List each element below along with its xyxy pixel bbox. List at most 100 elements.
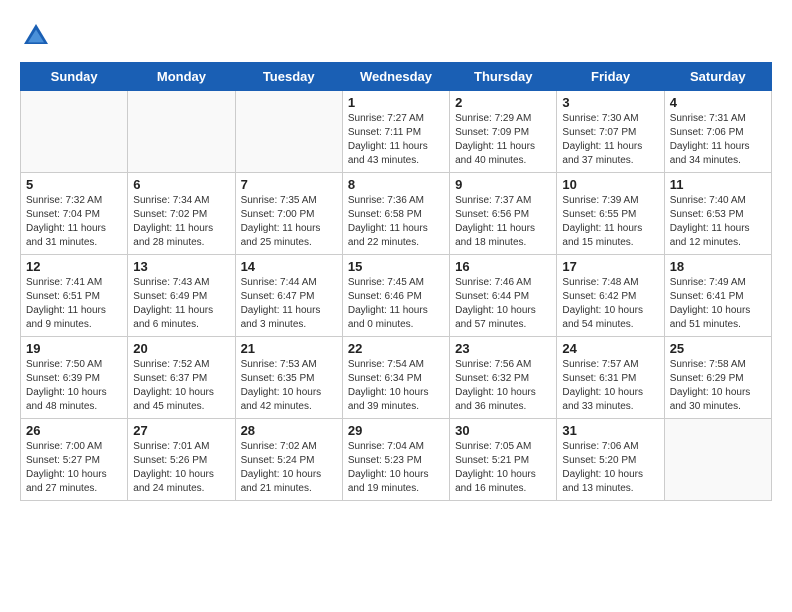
calendar-cell: 17Sunrise: 7:48 AM Sunset: 6:42 PM Dayli…: [557, 255, 664, 337]
day-info: Sunrise: 7:29 AM Sunset: 7:09 PM Dayligh…: [455, 112, 551, 168]
calendar-cell: 3 Sunrise: 7:30 AM Sunset: 7:07 PM Daylig…: [557, 91, 664, 173]
day-info: Sunrise: 7:34 AM Sunset: 7:02 PM Dayligh…: [133, 194, 229, 250]
day-number: 31: [562, 423, 658, 438]
calendar-header-row: SundayMondayTuesdayWednesdayThursdayFrid…: [21, 63, 772, 91]
day-header-thursday: Thursday: [450, 63, 557, 91]
day-number: 22: [348, 341, 444, 356]
calendar-cell: [128, 91, 235, 173]
day-number: 25: [670, 341, 766, 356]
day-number: 2: [455, 95, 551, 110]
day-number: 27: [133, 423, 229, 438]
calendar-cell: 6 Sunrise: 7:34 AM Sunset: 7:02 PM Daylig…: [128, 173, 235, 255]
day-info: Sunrise: 7:43 AM Sunset: 6:49 PM Dayligh…: [133, 276, 229, 332]
day-info: Sunrise: 7:46 AM Sunset: 6:44 PM Dayligh…: [455, 276, 551, 332]
logo-icon: [20, 20, 52, 52]
day-number: 23: [455, 341, 551, 356]
calendar-week-1: 1Sunrise: 7:27 AM Sunset: 7:11 PM Daylig…: [21, 91, 772, 173]
calendar-cell: 22 Sunrise: 7:54 AM Sunset: 6:34 PM Dayli…: [342, 337, 449, 419]
logo: [20, 20, 56, 52]
calendar-cell: 24 Sunrise: 7:57 AM Sunset: 6:31 PM Dayli…: [557, 337, 664, 419]
day-info: Sunrise: 7:31 AM Sunset: 7:06 PM Dayligh…: [670, 112, 766, 168]
day-info: Sunrise: 7:36 AM Sunset: 6:58 PM Dayligh…: [348, 194, 444, 250]
day-info: Sunrise: 7:35 AM Sunset: 7:00 PM Dayligh…: [241, 194, 337, 250]
day-number: 15: [348, 259, 444, 274]
day-number: 11: [670, 177, 766, 192]
day-number: 13: [133, 259, 229, 274]
day-info: Sunrise: 7:57 AM Sunset: 6:31 PM Dayligh…: [562, 358, 658, 414]
calendar-cell: 18 Sunrise: 7:49 AM Sunset: 6:41 PM Dayli…: [664, 255, 771, 337]
calendar-cell: 10Sunrise: 7:39 AM Sunset: 6:55 PM Dayli…: [557, 173, 664, 255]
calendar-week-5: 26 Sunrise: 7:00 AM Sunset: 5:27 PM Dayli…: [21, 419, 772, 501]
calendar-cell: [235, 91, 342, 173]
calendar-cell: 16Sunrise: 7:46 AM Sunset: 6:44 PM Dayli…: [450, 255, 557, 337]
day-number: 26: [26, 423, 122, 438]
calendar-cell: 21Sunrise: 7:53 AM Sunset: 6:35 PM Dayli…: [235, 337, 342, 419]
calendar-cell: 1Sunrise: 7:27 AM Sunset: 7:11 PM Daylig…: [342, 91, 449, 173]
day-number: 6: [133, 177, 229, 192]
day-number: 28: [241, 423, 337, 438]
day-info: Sunrise: 7:41 AM Sunset: 6:51 PM Dayligh…: [26, 276, 122, 332]
calendar-cell: 29 Sunrise: 7:04 AM Sunset: 5:23 PM Dayli…: [342, 419, 449, 501]
calendar-cell: [664, 419, 771, 501]
calendar-cell: [21, 91, 128, 173]
day-number: 21: [241, 341, 337, 356]
page-header: [20, 20, 772, 52]
calendar-cell: 4Sunrise: 7:31 AM Sunset: 7:06 PM Daylig…: [664, 91, 771, 173]
day-header-tuesday: Tuesday: [235, 63, 342, 91]
day-number: 29: [348, 423, 444, 438]
calendar-cell: 30 Sunrise: 7:05 AM Sunset: 5:21 PM Dayli…: [450, 419, 557, 501]
day-header-wednesday: Wednesday: [342, 63, 449, 91]
day-number: 19: [26, 341, 122, 356]
day-info: Sunrise: 7:06 AM Sunset: 5:20 PM Dayligh…: [562, 440, 658, 496]
calendar-cell: 27 Sunrise: 7:01 AM Sunset: 5:26 PM Dayli…: [128, 419, 235, 501]
calendar-cell: 2 Sunrise: 7:29 AM Sunset: 7:09 PM Daylig…: [450, 91, 557, 173]
calendar-cell: 26 Sunrise: 7:00 AM Sunset: 5:27 PM Dayli…: [21, 419, 128, 501]
calendar-cell: 7 Sunrise: 7:35 AM Sunset: 7:00 PM Daylig…: [235, 173, 342, 255]
day-number: 20: [133, 341, 229, 356]
day-info: Sunrise: 7:04 AM Sunset: 5:23 PM Dayligh…: [348, 440, 444, 496]
calendar-cell: 9 Sunrise: 7:37 AM Sunset: 6:56 PM Daylig…: [450, 173, 557, 255]
day-info: Sunrise: 7:27 AM Sunset: 7:11 PM Dayligh…: [348, 112, 444, 168]
day-number: 17: [562, 259, 658, 274]
day-number: 3: [562, 95, 658, 110]
day-info: Sunrise: 7:00 AM Sunset: 5:27 PM Dayligh…: [26, 440, 122, 496]
calendar-week-3: 12 Sunrise: 7:41 AM Sunset: 6:51 PM Dayli…: [21, 255, 772, 337]
day-info: Sunrise: 7:52 AM Sunset: 6:37 PM Dayligh…: [133, 358, 229, 414]
day-number: 24: [562, 341, 658, 356]
day-info: Sunrise: 7:05 AM Sunset: 5:21 PM Dayligh…: [455, 440, 551, 496]
calendar-cell: 31 Sunrise: 7:06 AM Sunset: 5:20 PM Dayli…: [557, 419, 664, 501]
calendar-cell: 23 Sunrise: 7:56 AM Sunset: 6:32 PM Dayli…: [450, 337, 557, 419]
day-info: Sunrise: 7:37 AM Sunset: 6:56 PM Dayligh…: [455, 194, 551, 250]
day-info: Sunrise: 7:49 AM Sunset: 6:41 PM Dayligh…: [670, 276, 766, 332]
calendar-cell: 19 Sunrise: 7:50 AM Sunset: 6:39 PM Dayli…: [21, 337, 128, 419]
calendar-cell: 11 Sunrise: 7:40 AM Sunset: 6:53 PM Dayli…: [664, 173, 771, 255]
day-number: 8: [348, 177, 444, 192]
day-header-monday: Monday: [128, 63, 235, 91]
calendar-week-2: 5Sunrise: 7:32 AM Sunset: 7:04 PM Daylig…: [21, 173, 772, 255]
calendar-cell: 5Sunrise: 7:32 AM Sunset: 7:04 PM Daylig…: [21, 173, 128, 255]
day-info: Sunrise: 7:56 AM Sunset: 6:32 PM Dayligh…: [455, 358, 551, 414]
day-header-friday: Friday: [557, 63, 664, 91]
calendar-cell: 25 Sunrise: 7:58 AM Sunset: 6:29 PM Dayli…: [664, 337, 771, 419]
calendar-week-4: 19 Sunrise: 7:50 AM Sunset: 6:39 PM Dayli…: [21, 337, 772, 419]
day-info: Sunrise: 7:50 AM Sunset: 6:39 PM Dayligh…: [26, 358, 122, 414]
day-info: Sunrise: 7:01 AM Sunset: 5:26 PM Dayligh…: [133, 440, 229, 496]
day-info: Sunrise: 7:30 AM Sunset: 7:07 PM Dayligh…: [562, 112, 658, 168]
day-info: Sunrise: 7:45 AM Sunset: 6:46 PM Dayligh…: [348, 276, 444, 332]
calendar-cell: 28 Sunrise: 7:02 AM Sunset: 5:24 PM Dayli…: [235, 419, 342, 501]
day-info: Sunrise: 7:54 AM Sunset: 6:34 PM Dayligh…: [348, 358, 444, 414]
calendar-table: SundayMondayTuesdayWednesdayThursdayFrid…: [20, 62, 772, 501]
day-info: Sunrise: 7:40 AM Sunset: 6:53 PM Dayligh…: [670, 194, 766, 250]
day-number: 30: [455, 423, 551, 438]
day-header-sunday: Sunday: [21, 63, 128, 91]
day-number: 14: [241, 259, 337, 274]
day-info: Sunrise: 7:02 AM Sunset: 5:24 PM Dayligh…: [241, 440, 337, 496]
day-info: Sunrise: 7:58 AM Sunset: 6:29 PM Dayligh…: [670, 358, 766, 414]
day-info: Sunrise: 7:32 AM Sunset: 7:04 PM Dayligh…: [26, 194, 122, 250]
day-info: Sunrise: 7:44 AM Sunset: 6:47 PM Dayligh…: [241, 276, 337, 332]
day-number: 9: [455, 177, 551, 192]
day-number: 12: [26, 259, 122, 274]
day-number: 7: [241, 177, 337, 192]
day-number: 18: [670, 259, 766, 274]
calendar-cell: 15 Sunrise: 7:45 AM Sunset: 6:46 PM Dayli…: [342, 255, 449, 337]
